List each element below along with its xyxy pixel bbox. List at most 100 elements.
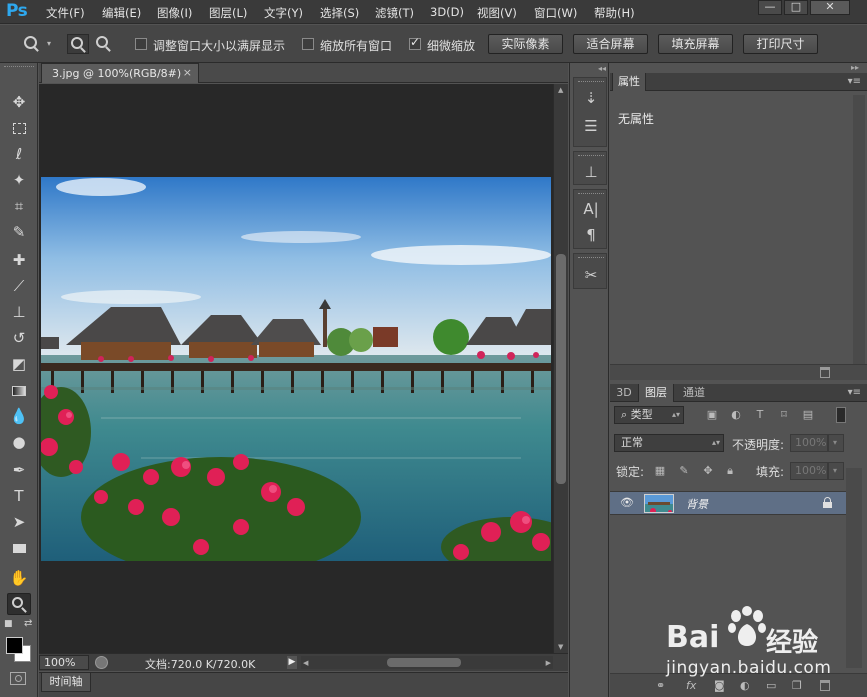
eraser-tool-icon[interactable]: ◩ [7,353,31,375]
canvas-horizontal-scrollbar[interactable]: ◀ ▶ [301,656,553,669]
status-info-icon[interactable] [95,656,108,669]
menu-file[interactable]: 文件(F) [46,5,85,21]
opacity-field[interactable]: 100% [790,434,828,452]
crop-tool-icon[interactable]: ⌗ [7,195,31,217]
clone-stamp-tool-icon[interactable]: ⊥ [7,301,31,323]
scroll-right-icon[interactable]: ▶ [546,659,551,667]
properties-tab[interactable]: 属性 [612,73,646,91]
filter-pixel-icon[interactable]: ▣ [706,409,718,421]
menu-3d[interactable]: 3D(D) [430,5,464,19]
filter-shape-icon[interactable]: ⌑ [778,409,790,421]
filter-toggle[interactable] [836,407,846,423]
dodge-tool-icon[interactable]: ● [7,431,31,453]
timeline-tab[interactable]: 时间轴 [41,673,91,692]
fill-field[interactable]: 100% [790,462,828,480]
zoom-out-icon[interactable] [96,36,108,48]
dock-collapse-icon[interactable]: ◂◂ [598,64,606,73]
swap-colors-icon[interactable]: ⇄ [24,618,32,629]
menu-help[interactable]: 帮助(H) [594,5,635,21]
hand-tool-icon[interactable]: ✋ [7,567,31,589]
toolbar-grip[interactable] [4,66,34,69]
minimize-button[interactable]: — [758,0,782,15]
tab-layers[interactable]: 图层 [638,384,674,402]
lock-all-icon[interactable]: 🔒︎ [724,465,736,477]
rectangle-tool-icon[interactable] [7,537,31,559]
fit-screen-button[interactable]: 适合屏幕 [573,34,648,54]
filter-smart-object-icon[interactable]: ▤ [802,409,814,421]
menu-image[interactable]: 图像(I) [157,5,192,21]
properties-menu-icon[interactable]: ▾≡ [848,76,861,87]
layer-name[interactable]: 背景 [686,496,708,512]
history-panel-icon[interactable]: ⇣ [581,88,601,108]
zoom-level-field[interactable]: 100% [39,655,89,670]
blend-mode-select[interactable]: 正常 ▴▾ [614,434,724,452]
dock-grip[interactable] [578,155,604,158]
foreground-color-swatch[interactable] [6,637,23,654]
filter-type-icon[interactable]: T [754,409,766,421]
opacity-dropdown-icon[interactable]: ▾ [828,434,844,452]
close-button[interactable]: ✕ [810,0,850,15]
document-image[interactable] [41,177,551,561]
layer-row-background[interactable]: 👁 背景 [610,491,846,515]
menu-view[interactable]: 视图(V) [477,5,517,21]
preset-chevron-down-icon[interactable]: ▾ [47,39,51,48]
print-size-button[interactable]: 打印尺寸 [743,34,818,54]
layer-visibility-eye-icon[interactable]: 👁 [620,496,634,509]
eyedropper-tool-icon[interactable]: ✎ [7,221,31,243]
menu-select[interactable]: 选择(S) [320,5,359,21]
menu-type[interactable]: 文字(Y) [264,5,303,21]
document-tab[interactable]: 3.jpg @ 100%(RGB/8#) × [41,63,199,83]
marquee-tool-icon[interactable] [7,117,31,139]
lasso-tool-icon[interactable]: ℓ [7,143,31,165]
history-brush-tool-icon[interactable]: ↺ [7,327,31,349]
menu-layer[interactable]: 图层(L) [209,5,247,21]
lock-position-icon[interactable]: ✥ [702,465,714,477]
dock-grip[interactable] [578,193,604,196]
properties-scrollbar[interactable] [853,95,865,365]
lock-image-icon[interactable]: ✎ [678,465,690,477]
default-colors-icon[interactable]: ■ [4,619,13,629]
dock-grip[interactable] [578,81,604,84]
scroll-left-icon[interactable]: ◀ [303,659,308,667]
zoom-in-button[interactable] [67,34,89,54]
fill-dropdown-icon[interactable]: ▾ [828,462,844,480]
healing-brush-tool-icon[interactable]: ✚ [7,249,31,271]
pen-tool-icon[interactable]: ✒ [7,459,31,481]
scrubby-zoom-checkbox[interactable] [409,35,421,50]
zoom-all-windows-checkbox[interactable] [302,38,314,50]
type-tool-icon[interactable]: T [7,485,31,507]
horizontal-scroll-thumb[interactable] [387,658,461,667]
gradient-tool-icon[interactable] [7,379,31,401]
menu-filter[interactable]: 滤镜(T) [375,5,414,21]
panel-collapse-icon[interactable]: ▸▸ [851,63,859,72]
tab-channels[interactable]: 通道 [676,384,712,402]
maximize-button[interactable]: □ [784,0,808,15]
scroll-down-icon[interactable]: ▼ [558,643,563,651]
layer-filter-select[interactable]: ⌕ 类型 ▴▾ [614,406,684,424]
move-tool-icon[interactable]: ✥ [7,91,31,113]
vertical-scroll-thumb[interactable] [556,254,566,484]
lock-transparent-icon[interactable]: ▦ [654,465,666,477]
resize-windows-checkbox[interactable] [135,38,147,50]
canvas-vertical-scrollbar[interactable]: ▲ ▼ [553,84,568,653]
character-panel-icon[interactable]: A| [581,199,601,219]
properties-trash-icon[interactable] [820,367,830,378]
paragraph-panel-icon[interactable]: ¶ [581,225,601,245]
blur-tool-icon[interactable]: 💧 [7,405,31,427]
document-close-icon[interactable]: × [183,66,192,79]
layers-menu-icon[interactable]: ▾≡ [848,387,861,398]
actual-pixels-button[interactable]: 实际像素 [488,34,563,54]
zoom-tool-icon[interactable] [7,593,31,615]
menu-edit[interactable]: 编辑(E) [102,5,141,21]
adjustments-panel-icon[interactable]: ☰ [581,116,601,136]
fill-screen-button[interactable]: 填充屏幕 [658,34,733,54]
path-selection-tool-icon[interactable]: ➤ [7,511,31,533]
brush-tool-icon[interactable]: ⟋ [7,275,31,297]
magic-wand-tool-icon[interactable]: ✦ [7,169,31,191]
tab-3d[interactable]: 3D [612,384,636,402]
tools-settings-panel-icon[interactable]: ✂ [581,265,601,285]
status-menu-arrow[interactable]: ▶ [287,656,297,669]
dock-grip[interactable] [578,257,604,260]
filter-adjustment-icon[interactable]: ◐ [730,409,742,421]
zoom-tool-preset-icon[interactable] [24,36,37,49]
